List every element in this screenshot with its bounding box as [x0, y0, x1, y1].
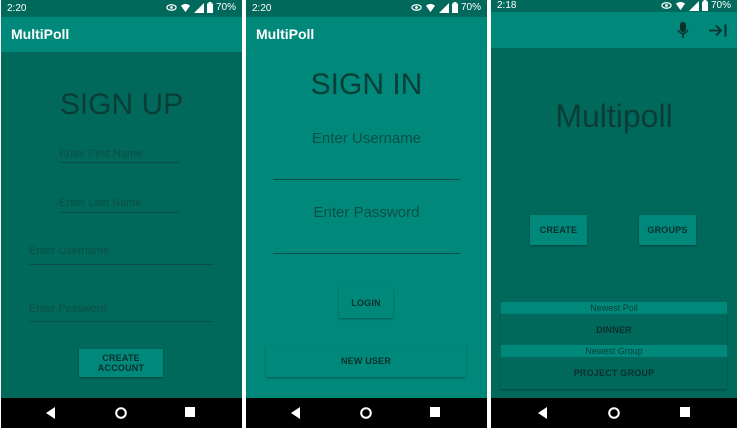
signal-icon [688, 0, 699, 11]
back-icon[interactable] [538, 407, 548, 419]
recents-icon[interactable] [185, 407, 195, 417]
home-icon[interactable] [115, 407, 127, 419]
back-icon[interactable] [46, 407, 56, 419]
status-bar: 2:20 70% [1, 0, 242, 17]
newest-poll-section: Newest Poll DINNER [501, 302, 727, 345]
app-title: MultiPoll [11, 26, 70, 42]
app-bar: MultiPoll [1, 17, 242, 52]
wifi-icon [425, 3, 436, 13]
first-name-underline [59, 162, 180, 163]
home-icon[interactable] [608, 407, 620, 419]
groups-button[interactable]: GROUPS [639, 215, 696, 245]
login-button[interactable]: LOGIN [339, 288, 393, 318]
nav-bar [1, 398, 242, 428]
first-name-placeholder: Enter First Name [59, 148, 143, 160]
nav-bar [491, 398, 737, 428]
nav-bar [246, 398, 487, 428]
status-time: 2:20 [252, 3, 272, 14]
microphone-icon[interactable] [677, 22, 689, 39]
password-underline [273, 253, 460, 254]
page-title: SIGN IN [310, 68, 423, 101]
page-title: SIGN UP [59, 88, 184, 121]
create-button[interactable]: CREATE [530, 215, 587, 245]
wifi-icon [180, 3, 191, 13]
recents-icon[interactable] [430, 407, 440, 417]
battery-icon [701, 0, 708, 11]
back-icon[interactable] [291, 407, 301, 419]
username-placeholder: Enter Username [29, 245, 110, 257]
password-placeholder: Enter Password [313, 204, 420, 221]
signup-content: SIGN UP Enter First Name Enter Last Name… [1, 52, 242, 398]
eye-icon [661, 2, 672, 9]
eye-icon [166, 4, 177, 11]
battery-percent: 70% [460, 2, 481, 13]
username-placeholder: Enter Username [311, 130, 422, 147]
status-time: 2:18 [497, 0, 517, 11]
status-bar: 2:20 70% [246, 0, 487, 17]
home-icon[interactable] [360, 407, 372, 419]
app-bar [491, 12, 737, 48]
signin-content: SIGN IN Enter Username Enter Password LO… [246, 52, 487, 398]
eye-icon [411, 4, 422, 11]
status-time: 2:20 [7, 3, 27, 14]
password-underline [29, 321, 213, 322]
page-title: Multipoll [555, 98, 673, 134]
battery-percent: 70% [215, 2, 236, 13]
signal-icon [438, 2, 449, 13]
battery-icon [206, 2, 213, 13]
logout-icon[interactable] [709, 24, 727, 37]
app-bar: MultiPoll [246, 17, 487, 52]
wifi-icon [675, 1, 686, 11]
battery-percent: 70% [710, 0, 731, 11]
newest-poll-item[interactable]: DINNER [501, 314, 727, 345]
recents-icon[interactable] [680, 407, 690, 417]
create-account-button[interactable]: CREATE ACCOUNT [79, 349, 163, 377]
last-name-placeholder: Enter Last Name [59, 197, 142, 209]
signal-icon [193, 2, 204, 13]
newest-poll-label: Newest Poll [590, 303, 638, 313]
newest-group-item[interactable]: PROJECT GROUP [501, 357, 727, 389]
signup-screen: 2:20 70% MultiPoll SIGN UP Enter First N… [1, 0, 242, 428]
signin-screen: 2:20 70% MultiPoll SIGN IN Enter Usernam… [246, 0, 487, 428]
status-bar: 2:18 70% [491, 0, 737, 12]
username-underline [273, 179, 460, 180]
last-name-underline [59, 212, 180, 213]
home-screen: 2:18 70% Multipoll CREATE GROUPS Newest … [491, 0, 737, 428]
newest-group-section: Newest Group PROJECT GROUP [501, 345, 727, 389]
home-content: Multipoll CREATE GROUPS Newest Poll DINN… [491, 48, 737, 398]
battery-icon [451, 2, 458, 13]
new-user-button[interactable]: NEW USER [266, 345, 466, 377]
newest-group-label: Newest Group [585, 346, 643, 356]
username-underline [29, 264, 213, 265]
app-title: MultiPoll [256, 26, 315, 42]
password-placeholder: Enter Password [29, 303, 107, 315]
